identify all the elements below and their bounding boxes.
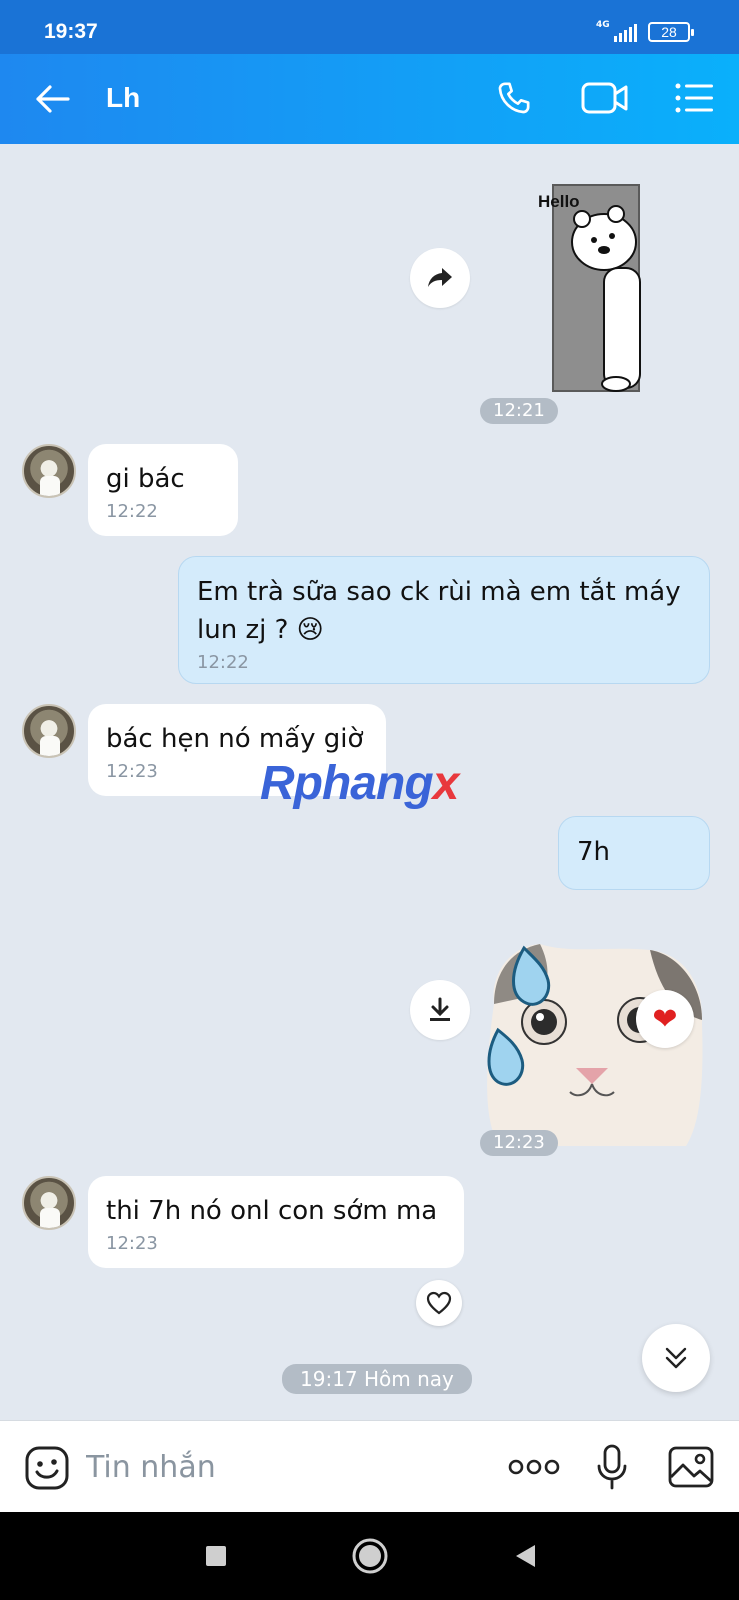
signal-icon: [614, 24, 637, 42]
message-bubble-incoming[interactable]: gi bác 12:22: [88, 444, 238, 536]
message-time: 12:22: [197, 652, 249, 673]
image-icon: [668, 1446, 714, 1488]
status-bar: 19:37 4G 28: [0, 0, 739, 54]
photo-button[interactable]: [666, 1443, 716, 1491]
sticker-button[interactable]: [22, 1443, 72, 1493]
message-bubble-outgoing[interactable]: Em trà sữa sao ck rùi mà em tắt máy lun …: [178, 556, 710, 684]
more-dots-icon: [508, 1459, 560, 1475]
composer-bar: [0, 1420, 739, 1512]
download-icon: [430, 997, 450, 1021]
contact-avatar[interactable]: [22, 1176, 76, 1230]
back-button[interactable]: [28, 76, 76, 122]
message-time-pill: 12:21: [480, 398, 558, 424]
arrow-left-icon: [36, 85, 70, 113]
download-button[interactable]: [410, 980, 470, 1040]
forward-button[interactable]: [410, 248, 470, 308]
message-text: 7h: [577, 837, 611, 867]
conversation-title: Lh: [106, 82, 141, 113]
home-circle-icon: [352, 1538, 388, 1574]
message-time-pill: 12:23: [480, 1130, 558, 1156]
recents-button[interactable]: [196, 1536, 236, 1576]
triangle-back-icon: [516, 1545, 535, 1567]
contact-avatar[interactable]: [22, 444, 76, 498]
phone-icon: [498, 82, 530, 114]
message-list[interactable]: Hello 12:21 gi bác 12:22 Em trà sữa sao …: [0, 144, 739, 1420]
bear-character-icon: [571, 205, 641, 392]
heart-reaction-icon[interactable]: ❤: [636, 990, 694, 1048]
battery-icon: 28: [648, 22, 694, 42]
system-back-button[interactable]: [506, 1536, 546, 1576]
message-text-line2: lun zj ? 😢: [197, 615, 324, 645]
microphone-icon: [597, 1444, 627, 1490]
message-text: gi bác: [106, 464, 185, 494]
system-nav-bar: [0, 1512, 739, 1600]
message-time: 12:22: [106, 501, 158, 522]
more-options-button[interactable]: [506, 1447, 562, 1487]
message-time: 12:23: [106, 1233, 158, 1254]
scroll-to-bottom-button[interactable]: [642, 1324, 710, 1392]
message-bubble-incoming[interactable]: thi 7h nó onl con sớm ma 12:23: [88, 1176, 464, 1268]
video-call-button[interactable]: [578, 74, 632, 122]
message-input[interactable]: [86, 1445, 466, 1489]
message-text-line1: Em trà sữa sao ck rùi mà em tắt máy: [197, 577, 681, 607]
react-heart-button[interactable]: [416, 1280, 462, 1326]
message-bubble-outgoing[interactable]: 7h: [558, 816, 710, 890]
contact-avatar[interactable]: [22, 704, 76, 758]
network-type: 4G: [596, 20, 610, 30]
voice-message-button[interactable]: [592, 1441, 632, 1493]
options-menu-button[interactable]: [670, 74, 718, 122]
voice-call-button[interactable]: [490, 74, 538, 122]
double-chevron-down-icon: [665, 1347, 687, 1369]
list-menu-icon: [675, 83, 713, 113]
heart-outline-icon: [426, 1291, 452, 1315]
share-arrow-icon: [428, 268, 452, 287]
video-camera-icon: [581, 82, 628, 114]
square-icon: [206, 1546, 226, 1566]
home-button[interactable]: [348, 1534, 392, 1578]
status-time: 19:37: [44, 20, 98, 43]
message-text: bác hẹn nó mấy giờ: [106, 724, 364, 754]
message-text: thi 7h nó onl con sớm ma: [106, 1196, 438, 1226]
day-divider: 19:17 Hôm nay: [282, 1364, 472, 1394]
smiley-icon: [25, 1446, 69, 1490]
chat-header: Lh: [0, 54, 739, 144]
watermark: Rphangx: [260, 757, 459, 810]
